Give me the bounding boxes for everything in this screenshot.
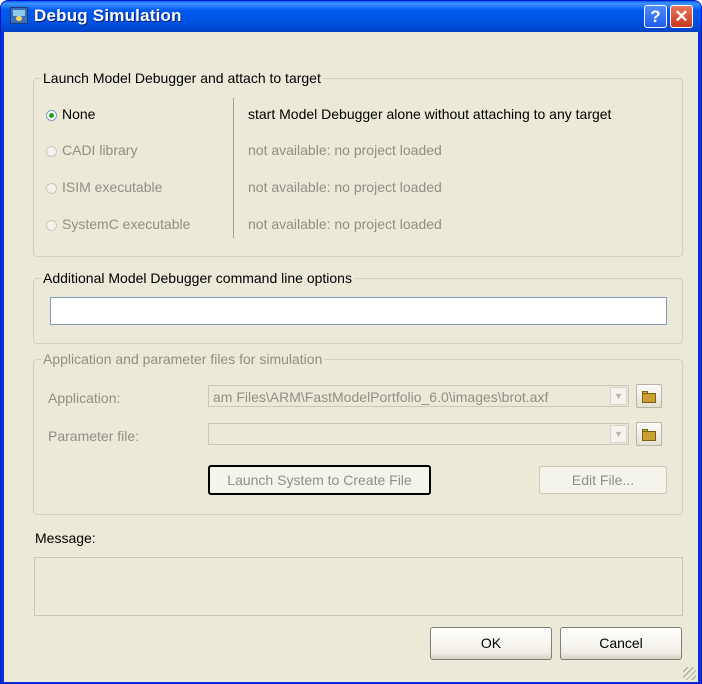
launch-system-button[interactable]: Launch System to Create File	[208, 465, 431, 495]
close-icon: ✕	[674, 7, 689, 26]
radio-isim-executable-description: not available: no project loaded	[248, 179, 442, 195]
radio-systemc-executable-label: SystemC executable	[62, 216, 191, 232]
chevron-down-icon[interactable]: ▼	[610, 387, 627, 405]
command-line-options-input[interactable]	[50, 297, 667, 325]
radio-cadi-library-label: CADI library	[62, 142, 138, 158]
help-icon: ?	[650, 7, 661, 26]
close-button[interactable]: ✕	[670, 5, 693, 28]
application-browse-button[interactable]	[636, 384, 662, 408]
message-label: Message:	[35, 530, 96, 546]
window-title: Debug Simulation	[34, 6, 182, 25]
help-button[interactable]: ?	[644, 5, 667, 28]
application-combo-value: am Files\ARM\FastModelPortfolio_6.0\imag…	[213, 389, 549, 405]
radio-none-description: start Model Debugger alone without attac…	[248, 106, 612, 122]
app-window-icon	[10, 7, 28, 24]
ok-button[interactable]: OK	[430, 627, 552, 660]
radio-systemc-executable[interactable]: SystemC executable	[46, 216, 236, 236]
cancel-button[interactable]: Cancel	[560, 627, 682, 660]
folder-open-icon-body	[642, 393, 656, 403]
debug-simulation-dialog: Debug Simulation ? ✕ Launch Model Debugg…	[0, 0, 702, 684]
parameter-file-combo[interactable]: ▼	[208, 423, 629, 445]
radio-unchecked-icon	[46, 183, 57, 194]
dialog-client: Launch Model Debugger and attach to targ…	[4, 32, 698, 682]
radio-systemc-executable-description: not available: no project loaded	[248, 216, 442, 232]
application-combo[interactable]: am Files\ARM\FastModelPortfolio_6.0\imag…	[208, 385, 629, 407]
radio-checked-icon	[46, 110, 57, 121]
radio-isim-executable-label: ISIM executable	[62, 179, 163, 195]
chevron-down-icon[interactable]: ▼	[610, 425, 627, 443]
launch-group: Launch Model Debugger and attach to targ…	[33, 70, 683, 257]
parameter-file-browse-button[interactable]	[636, 422, 662, 446]
command-line-options-group: Additional Model Debugger command line o…	[33, 270, 683, 344]
radio-none-label: None	[62, 106, 96, 122]
radio-cadi-library[interactable]: CADI library	[46, 142, 236, 162]
title-bar[interactable]: Debug Simulation ? ✕	[1, 1, 701, 32]
folder-open-icon-body	[642, 431, 656, 441]
resize-grip[interactable]	[683, 667, 696, 680]
application-group: Application and parameter files for simu…	[33, 351, 683, 515]
radio-none[interactable]: None	[46, 106, 236, 126]
application-group-legend: Application and parameter files for simu…	[41, 351, 325, 367]
parameter-file-label: Parameter file:	[48, 428, 140, 444]
command-line-options-legend: Additional Model Debugger command line o…	[41, 270, 354, 286]
launch-group-legend: Launch Model Debugger and attach to targ…	[41, 70, 323, 86]
radio-isim-executable[interactable]: ISIM executable	[46, 179, 236, 199]
edit-file-button[interactable]: Edit File...	[539, 466, 667, 494]
radio-unchecked-icon	[46, 146, 57, 157]
radio-unchecked-icon	[46, 220, 57, 231]
radio-cadi-library-description: not available: no project loaded	[248, 142, 442, 158]
application-label: Application:	[48, 390, 121, 406]
message-area	[34, 557, 683, 616]
